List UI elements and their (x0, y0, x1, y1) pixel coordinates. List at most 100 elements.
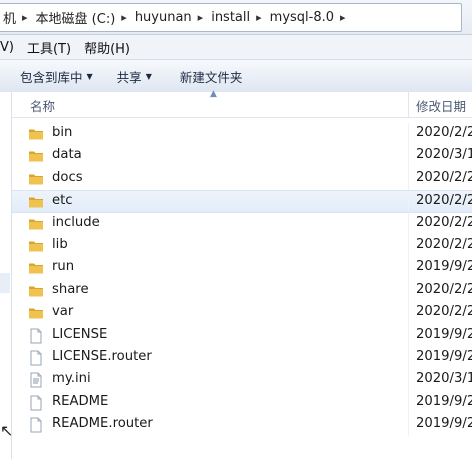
chevron-right-icon[interactable]: ▸ (194, 11, 208, 24)
share-label: 共享 (116, 69, 142, 85)
file-name: share (52, 281, 89, 297)
row-column-divider (408, 234, 409, 258)
address-bar-area: 机 ▸ 本地磁盘 (C:) ▸ huyunan ▸ install ▸ mysq… (0, 0, 472, 35)
row-column-divider (408, 302, 409, 325)
file-name: include (52, 214, 100, 230)
include-in-library-button[interactable]: 包含到库中 ▼ (0, 67, 103, 86)
file-name: run (52, 259, 75, 275)
file-date-modified: 2019/9/2 (416, 326, 472, 342)
file-name: docs (52, 169, 83, 185)
file-row[interactable]: README 2019/9/2 (12, 391, 472, 415)
file-row[interactable]: lib 2020/2/2 (12, 234, 472, 258)
column-header-name[interactable]: 名称 (30, 96, 55, 115)
file-row[interactable]: bin 2020/2/2 (12, 123, 472, 146)
file-date-modified: 2020/3/1 (416, 147, 472, 163)
file-icon (28, 350, 44, 366)
column-header: 名称 ▲ 修改日期 (12, 89, 472, 118)
row-column-divider (408, 414, 409, 437)
file-row[interactable]: var 2020/2/2 (12, 302, 472, 325)
caret-down-icon: ▼ (145, 71, 152, 81)
row-column-divider (408, 346, 409, 370)
file-icon (28, 417, 44, 433)
breadcrumb-local-disk[interactable]: 本地磁盘 (C:) (32, 8, 118, 27)
file-row[interactable]: LICENSE 2019/9/2 (12, 324, 472, 347)
file-name: data (52, 147, 82, 163)
file-row[interactable]: etc 2020/2/2 (12, 190, 472, 213)
folder-icon (28, 216, 44, 232)
nav-selected-item[interactable] (0, 273, 10, 293)
command-bar: 包含到库中 ▼ 共享 ▼ 新建文件夹 (0, 59, 472, 93)
breadcrumb-mysql[interactable]: mysql-8.0 (266, 10, 336, 25)
column-divider[interactable] (408, 92, 409, 117)
row-column-divider (408, 369, 409, 392)
row-column-divider (408, 391, 409, 415)
settings-file-icon (28, 372, 44, 388)
menu-bar: V) 工具(T) 帮助(H) (0, 35, 472, 59)
folder-icon (28, 260, 44, 276)
new-folder-button[interactable]: 新建文件夹 (162, 67, 253, 86)
file-icon (28, 395, 44, 411)
file-date-modified: 2020/3/1 (416, 371, 472, 387)
file-date-modified: 2019/9/2 (416, 416, 472, 432)
file-name: my.ini (52, 371, 91, 387)
file-date-modified: 2020/2/2 (416, 125, 472, 140)
file-row[interactable]: docs 2020/2/2 (12, 167, 472, 191)
menu-tools[interactable]: 工具(T) (23, 38, 80, 57)
file-date-modified: 2020/2/2 (416, 281, 472, 297)
chevron-right-icon[interactable]: ▸ (18, 11, 32, 24)
file-row[interactable]: run 2019/9/2 (12, 257, 472, 280)
row-column-divider (408, 279, 409, 303)
chevron-right-icon[interactable]: ▸ (336, 11, 350, 24)
row-column-divider (408, 145, 409, 168)
menu-help[interactable]: 帮助(H) (80, 38, 139, 57)
address-bar[interactable]: 机 ▸ 本地磁盘 (C:) ▸ huyunan ▸ install ▸ mysq… (0, 3, 462, 32)
file-row[interactable]: include 2020/2/2 (12, 212, 472, 235)
breadcrumb-huyunan[interactable]: huyunan (131, 10, 194, 25)
new-folder-label: 新建文件夹 (179, 69, 243, 85)
sort-ascending-icon: ▲ (210, 89, 217, 99)
folder-icon (28, 126, 44, 142)
chevron-right-icon[interactable]: ▸ (117, 11, 131, 24)
folder-icon (28, 148, 44, 164)
file-name: etc (52, 193, 73, 209)
file-name: README (52, 393, 109, 409)
file-date-modified: 2020/2/2 (416, 193, 472, 209)
breadcrumb-computer[interactable]: 机 (0, 8, 18, 27)
file-date-modified: 2020/2/2 (416, 214, 472, 230)
file-date-modified: 2019/9/2 (416, 259, 472, 275)
chevron-right-icon[interactable]: ▸ (252, 11, 266, 24)
file-date-modified: 2020/2/2 (416, 169, 472, 185)
file-list: bin 2020/2/2 data 2020/3/1 docs 2020/2/2 etc 20… (12, 123, 472, 437)
folder-icon (28, 171, 44, 187)
file-row[interactable]: LICENSE.router 2019/9/2 (12, 346, 472, 370)
row-column-divider (408, 324, 409, 347)
row-column-divider (408, 167, 409, 191)
row-column-divider (408, 123, 409, 146)
file-row[interactable]: README.router 2019/9/2 (12, 414, 472, 437)
folder-icon (28, 283, 44, 299)
file-row[interactable]: data 2020/3/1 (12, 145, 472, 168)
breadcrumb-install[interactable]: install (207, 10, 252, 25)
menu-view[interactable]: V) (0, 40, 23, 55)
file-name: lib (52, 236, 68, 252)
folder-icon (28, 194, 44, 210)
file-date-modified: 2020/2/2 (416, 304, 472, 320)
file-name: LICENSE.router (52, 348, 152, 364)
file-date-modified: 2020/2/2 (416, 236, 472, 252)
file-name: README.router (52, 416, 153, 432)
navigation-pane[interactable] (0, 92, 12, 459)
file-row[interactable]: my.ini 2020/3/1 (12, 369, 472, 392)
include-in-library-label: 包含到库中 (20, 69, 83, 85)
file-date-modified: 2019/9/2 (416, 348, 472, 364)
file-name: bin (52, 125, 73, 140)
folder-icon (28, 238, 44, 254)
file-icon (28, 328, 44, 344)
file-date-modified: 2019/9/2 (416, 393, 472, 409)
caret-down-icon: ▼ (86, 71, 93, 81)
column-header-date-modified[interactable]: 修改日期 (416, 96, 466, 115)
file-row[interactable]: share 2020/2/2 (12, 279, 472, 303)
row-column-divider (408, 257, 409, 280)
folder-icon (28, 305, 44, 321)
share-button[interactable]: 共享 ▼ (103, 67, 162, 86)
file-name: var (52, 304, 74, 320)
